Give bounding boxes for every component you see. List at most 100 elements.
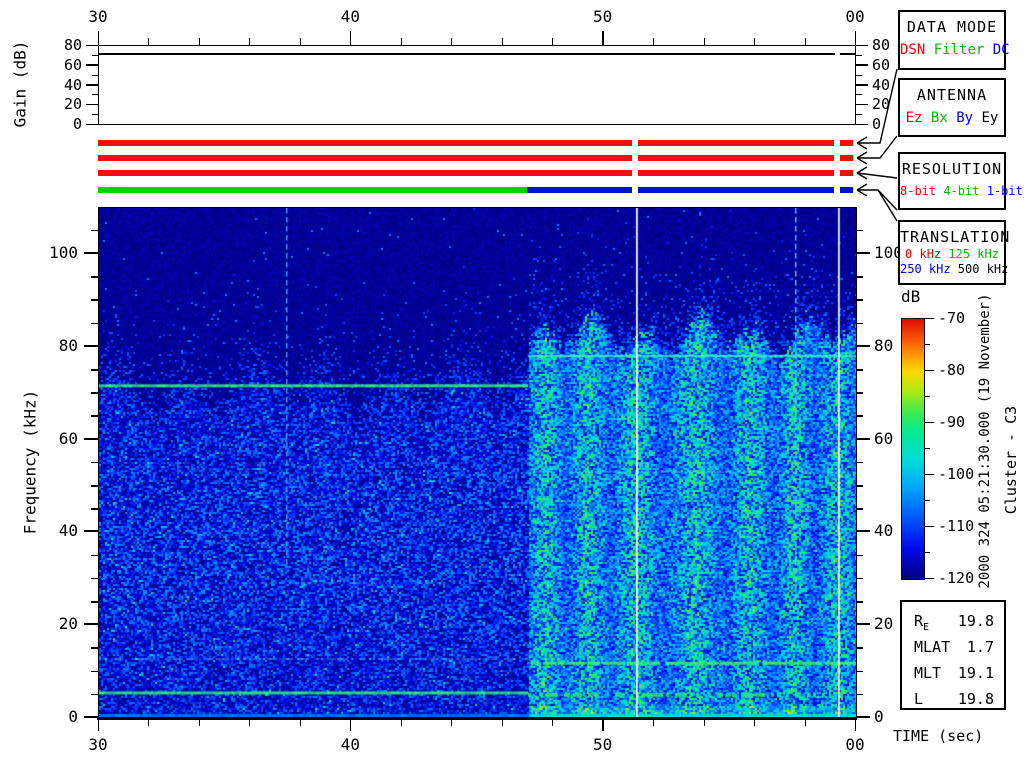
gain-tick-label: 20 [63, 95, 82, 114]
info-label: L [914, 690, 924, 708]
freq-minor-tick-right [856, 577, 863, 580]
frequency-axis-title: Frequency (kHz) [20, 389, 40, 535]
top-axis-major-tick [97, 31, 99, 45]
gain-major-tick [86, 103, 98, 106]
colorbar-major-tick [924, 473, 934, 475]
bottom-axis-major-tick [349, 720, 352, 731]
gain-major-tick [86, 84, 98, 86]
gain-minor-tick [92, 54, 98, 56]
freq-minor-tick [91, 577, 98, 580]
info-value: 1.7 [966, 638, 994, 656]
colorbar-title: dB [901, 287, 921, 306]
gain-major-tick [86, 64, 98, 66]
top-axis-minor-tick [552, 38, 554, 45]
freq-minor-tick-right [856, 693, 863, 696]
freq-minor-tick [91, 461, 98, 464]
freq-minor-tick [91, 415, 98, 417]
freq-major-tick [84, 716, 98, 718]
top-axis-tick-label: 40 [340, 7, 360, 26]
top-axis-tick-label: 50 [593, 7, 613, 26]
top-axis-major-tick [602, 31, 604, 45]
freq-tick-label-right: 40 [874, 521, 894, 541]
top-axis-minor-tick [249, 38, 251, 45]
freq-minor-tick [91, 276, 98, 278]
freq-minor-tick [91, 601, 98, 603]
time-axis-line [97, 717, 857, 720]
freq-tick-label: 0 [68, 707, 78, 726]
info-label: MLT [914, 664, 942, 682]
bottom-axis-major-tick [602, 720, 604, 731]
freq-major-tick [84, 530, 98, 533]
timestamp-annotation: 2000 324 05:21:30.000 (19 November) [977, 293, 993, 589]
freq-minor-tick [91, 508, 98, 510]
freq-minor-tick [91, 670, 98, 673]
freq-minor-tick-right [856, 369, 863, 371]
colorbar-tick-label: -120 [938, 569, 975, 587]
info-row-r: RE 19.8 [914, 612, 994, 633]
freq-tick-label-right: 60 [874, 428, 894, 448]
bottom-axis-minor-tick [148, 720, 150, 726]
bottom-axis-minor-tick [501, 720, 503, 726]
freq-minor-tick-right [856, 670, 863, 673]
colorbar-tick-label: -110 [938, 517, 975, 535]
gain-axis-title: Gain (dB) [10, 40, 30, 128]
gain-minor-tick [92, 74, 98, 76]
bottom-axis-minor-tick [451, 720, 453, 726]
info-value: 19.8 [957, 690, 994, 708]
bottom-axis-tick-label: 00 [845, 735, 865, 754]
freq-major-tick [84, 252, 98, 254]
info-label: MLAT [914, 638, 951, 656]
colorbar-major-tick [924, 317, 934, 319]
antenna-bar [637, 155, 834, 161]
info-value: 19.1 [957, 664, 994, 682]
gain-plot [98, 45, 856, 125]
gain-tick-label: 60 [63, 55, 82, 74]
freq-tick-label-right: 0 [874, 707, 884, 726]
bottom-axis-minor-tick [400, 720, 402, 726]
gain-major-tick [86, 44, 98, 46]
freq-tick-label: 40 [58, 521, 78, 541]
freq-minor-tick [91, 369, 98, 371]
gain-major-tick [86, 123, 98, 125]
freq-minor-tick [91, 485, 98, 487]
panel-connector-arrows [856, 68, 898, 222]
gain-tick-label: 0 [72, 115, 82, 133]
freq-minor-tick [91, 647, 98, 649]
bottom-axis-minor-tick [754, 720, 756, 726]
translation-bar [526, 187, 632, 193]
gain-tick-label: 40 [63, 75, 82, 94]
top-axis-minor-tick [703, 38, 705, 45]
top-axis-minor-tick [198, 38, 200, 45]
time-axis-title: TIME (sec) [893, 727, 984, 745]
spectrogram-canvas [98, 207, 857, 718]
bottom-axis-minor-tick [198, 720, 200, 726]
bottom-axis-minor-tick [703, 720, 705, 726]
top-axis-major-tick [349, 31, 352, 45]
top-axis-minor-tick [754, 38, 756, 45]
colorbar-tick-label: -90 [938, 413, 966, 431]
freq-major-tick [84, 623, 98, 626]
freq-minor-tick [91, 693, 98, 696]
freq-minor-tick-right [856, 461, 863, 464]
freq-minor-tick-right [856, 485, 863, 487]
top-axis-minor-tick [299, 38, 301, 45]
freq-minor-tick-right [856, 647, 863, 649]
freq-minor-tick [91, 392, 98, 394]
colorbar-minor-tick [924, 344, 930, 345]
colorbar-tick-label: -100 [938, 465, 975, 483]
freq-minor-tick-right [856, 322, 863, 325]
bottom-axis-tick-label: 50 [593, 735, 613, 754]
freq-major-tick-right [856, 623, 870, 626]
data-mode-bar [98, 140, 632, 146]
freq-minor-tick [91, 229, 98, 232]
freq-minor-tick-right [856, 415, 863, 417]
translation-bar [637, 187, 834, 193]
freq-minor-tick-right [856, 554, 863, 557]
top-axis-minor-tick [653, 38, 655, 45]
colorbar-minor-tick [924, 396, 930, 397]
top-axis-minor-tick [501, 38, 503, 45]
top-axis-minor-tick [148, 38, 150, 45]
top-axis-minor-tick [451, 38, 453, 45]
gain-minor-tick [92, 114, 98, 116]
resolution-bar [98, 170, 632, 176]
